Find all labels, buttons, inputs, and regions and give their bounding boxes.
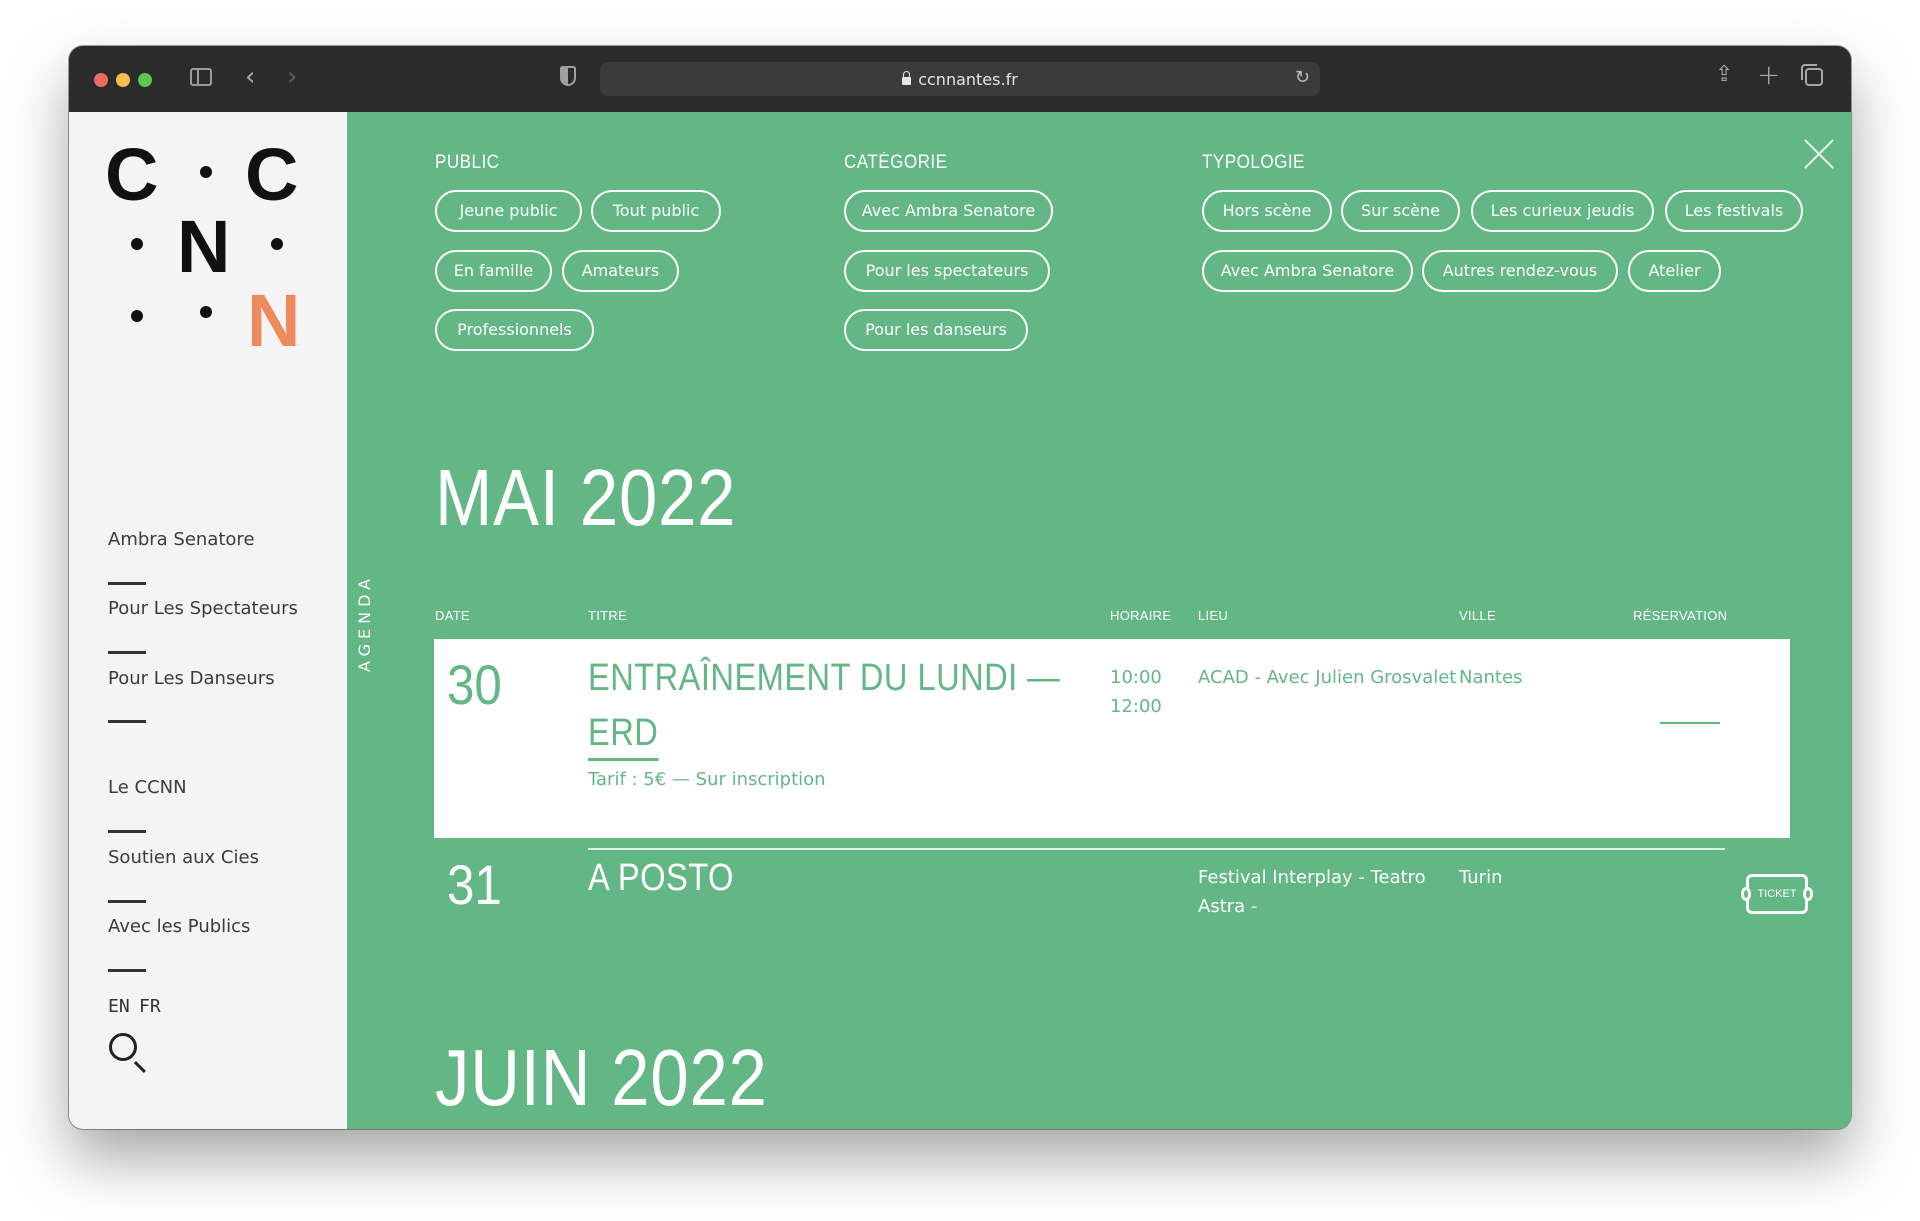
ticket-icon[interactable]: TICKET [1741,874,1813,914]
reload-icon[interactable]: ↻ [1295,67,1310,88]
sidebar-item-avec-les-publics[interactable]: Avec les Publics [108,916,328,937]
event-venue-line1: Festival Interplay - Teatro [1198,867,1426,888]
lang-fr-link[interactable]: FR [139,996,161,1017]
close-window-button[interactable] [94,73,108,87]
filter-chip[interactable]: Avec Ambra Senatore [1202,250,1413,292]
event-title[interactable]: A POSTO [588,848,734,908]
filter-chip[interactable]: En famille [435,250,552,292]
event-title-line2[interactable]: ERD [588,708,659,761]
event-title-line1[interactable]: ENTRAÎNEMENT DU LUNDI — [588,648,1060,708]
filter-chip[interactable]: Pour les danseurs [844,309,1028,351]
sidebar-item-ambra-senatore[interactable]: Ambra Senatore [108,529,328,550]
sidebar-toggle-icon[interactable] [190,68,212,86]
lang-en-link[interactable]: EN [108,996,130,1017]
event-venue-line2: Astra - [1198,896,1258,917]
event-time-end: 12:00 [1110,696,1162,717]
filter-chip[interactable]: Les curieux jeudis [1471,190,1654,232]
back-arrow-icon[interactable]: ‹ [245,62,255,92]
zoom-window-button[interactable] [138,73,152,87]
new-tab-icon[interactable]: + [1757,58,1780,91]
forward-arrow-icon[interactable]: › [287,62,297,92]
nav-divider [108,900,146,903]
url-display: ccnnantes.fr [600,70,1320,89]
filter-label-categorie: CATÉGORIE [844,152,948,173]
search-icon[interactable] [109,1033,137,1061]
sidebar-item-pour-les-danseurs[interactable]: Pour Les Danseurs [108,668,328,689]
logo-dot [271,238,283,250]
agenda-side-label: AGENDA [355,573,374,672]
filter-chip[interactable]: Amateurs [562,250,679,292]
logo-dot [200,166,212,178]
column-header-horaire: HORAIRE [1110,608,1172,623]
browser-window: ‹ › ccnnantes.fr ↻ ⇪ + C C N N Ambra Sen… [69,46,1851,1129]
logo-letter-n2: N [247,279,301,362]
month-heading: JUIN 2022 [435,1033,768,1122]
filter-label-public: PUBLIC [435,152,500,173]
filter-chip[interactable]: Tout public [591,190,721,232]
share-icon[interactable]: ⇪ [1715,62,1733,87]
nav-divider [108,651,146,654]
row-divider [588,848,1725,850]
logo-dot [131,238,143,250]
ccnn-logo[interactable]: C C N N [105,133,305,358]
filter-chip[interactable]: Pour les spectateurs [844,250,1050,292]
address-bar[interactable]: ccnnantes.fr ↻ [600,62,1320,96]
privacy-shield-icon[interactable] [560,66,576,86]
column-header-titre: TITRE [588,608,628,623]
column-header-reservation: RÉSERVATION [1633,608,1728,623]
event-city: Nantes [1459,667,1523,688]
sidebar-item-pour-les-spectateurs[interactable]: Pour Les Spectateurs [108,598,328,619]
filter-chip[interactable]: Jeune public [435,190,582,232]
filter-chip[interactable]: Avec Ambra Senatore [844,190,1053,232]
filter-label-typologie: TYPOLOGIE [1202,152,1305,173]
event-day: 30 [447,653,502,716]
logo-dot [200,306,212,318]
nav-divider [108,720,146,723]
event-day: 31 [447,853,502,916]
logo-letter-c1: C [105,133,159,216]
site-sidebar: C C N N Ambra Senatore Pour Les Spectate… [69,112,347,1129]
logo-letter-n1: N [177,205,231,288]
tab-overview-icon[interactable] [1801,64,1823,86]
close-icon[interactable] [1801,134,1837,170]
nav-divider [108,582,146,585]
filter-chip[interactable]: Autres rendez-vous [1422,250,1618,292]
nav-divider [108,969,146,972]
column-header-lieu: LIEU [1198,608,1229,623]
column-header-date: DATE [435,608,470,623]
sidebar-item-soutien-aux-cies[interactable]: Soutien aux Cies [108,847,328,868]
filter-chip[interactable]: Les festivals [1665,190,1803,232]
lock-icon [902,71,912,85]
no-reservation-dash [1660,722,1720,724]
event-subtitle: Tarif : 5€ — Sur inscription [588,769,826,790]
filter-chip[interactable]: Sur scène [1341,190,1460,232]
filter-chip[interactable]: Hors scène [1202,190,1332,232]
event-venue: ACAD - Avec Julien Grosvalet [1198,667,1457,688]
event-city: Turin [1459,867,1503,888]
column-header-ville: VILLE [1459,608,1496,623]
minimize-window-button[interactable] [116,73,130,87]
nav-divider [108,830,146,833]
event-time-start: 10:00 [1110,667,1162,688]
browser-toolbar: ‹ › ccnnantes.fr ↻ ⇪ + [69,46,1851,112]
agenda-panel: PUBLIC Jeune public Tout public En famil… [347,112,1851,1129]
logo-dot [131,310,143,322]
sidebar-item-le-ccnn[interactable]: Le CCNN [108,777,328,798]
url-text: ccnnantes.fr [918,70,1018,89]
month-heading: MAI 2022 [435,453,737,542]
filter-chip[interactable]: Professionnels [435,309,594,351]
logo-letter-c2: C [245,133,299,216]
filter-chip[interactable]: Atelier [1628,250,1721,292]
